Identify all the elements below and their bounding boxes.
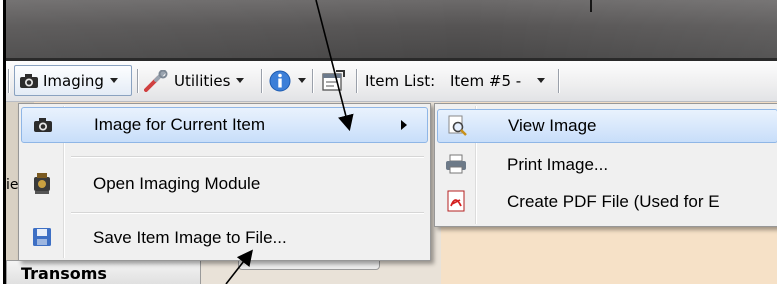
item-list-value: Item #5 - [450,71,522,90]
menu-item-label: Create PDF File (Used for E [507,192,720,211]
magnifier-page-icon [444,113,470,139]
menu-item-image-for-current-item[interactable]: Image for Current Item [21,107,428,143]
utilities-label: Utilities [174,71,231,90]
menu-separator [71,156,424,157]
imaging-module-icon [29,170,55,196]
printer-icon [443,151,469,177]
image-submenu: View Image Print Image... Create PDF Fil… [434,103,777,227]
menu-item-print-image[interactable]: Print Image... [437,148,777,182]
item-list-label: Item List: [365,71,436,90]
pdf-icon [443,188,469,214]
toolbar-separator [356,69,357,93]
menu-item-label: Print Image... [507,155,609,174]
item-list-dropdown[interactable]: Item #5 - [450,65,550,96]
imaging-label: Imaging [43,71,104,90]
save-disk-icon [29,224,55,250]
toolbar-separator [312,69,313,93]
wrench-icon [144,69,168,92]
chevron-down-icon [298,78,306,83]
menu-item-label: Save Item Image to File... [93,228,287,247]
utilities-menu-button[interactable]: Utilities [144,65,245,96]
submenu-arrow-icon [401,120,407,130]
toolbar-separator [558,69,559,93]
titlebar-shading [6,0,777,58]
menu-item-open-imaging-module[interactable]: Open Imaging Module [21,166,428,202]
menu-item-label: View Image [508,116,597,135]
main-toolbar: Imaging Utilities Item List: Item #5 - [6,61,777,102]
properties-icon [320,69,346,93]
side-label: ie [6,177,19,193]
camera-icon [30,112,56,138]
menu-item-label: Image for Current Item [94,115,266,134]
toolbar-separator [261,69,262,93]
imaging-menu-button[interactable]: Imaging [14,65,132,96]
toolbar-separator [8,69,9,93]
toolbar-separator [137,69,138,93]
menu-item-label: Open Imaging Module [93,174,261,193]
chevron-down-icon [236,78,245,83]
menu-separator [71,212,424,213]
info-icon [268,69,292,93]
chevron-down-icon [109,78,118,83]
camera-icon [19,73,39,89]
menu-item-save-item-image-to-file[interactable]: Save Item Image to File... [21,220,428,256]
menu-item-view-image[interactable]: View Image [437,109,777,143]
chevron-down-icon [537,78,546,83]
info-menu-button[interactable] [268,65,306,96]
properties-button[interactable] [320,65,346,96]
menu-item-create-pdf-file[interactable]: Create PDF File (Used for E [437,184,777,220]
transoms-tab[interactable]: Transoms [6,260,201,284]
imaging-dropdown-menu: Image for Current Item Open Imaging Modu… [18,103,431,261]
